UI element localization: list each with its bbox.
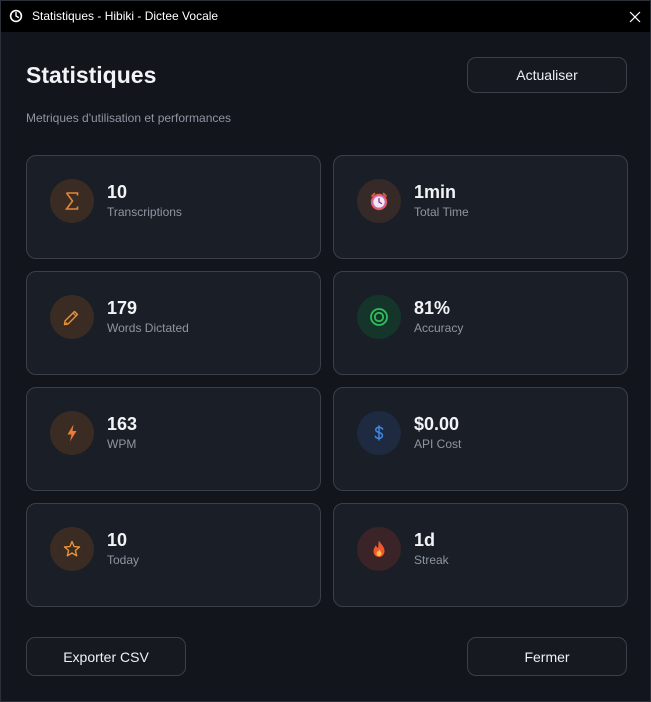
star-icon [50, 527, 94, 571]
stat-label: Accuracy [414, 321, 464, 335]
statistics-window: Statistiques - Hibiki - Dictee Vocale St… [0, 0, 651, 702]
app-clock-icon [9, 9, 23, 23]
stat-card-api-cost: $0.00 API Cost [333, 387, 628, 491]
target-icon [357, 295, 401, 339]
export-csv-button[interactable]: Exporter CSV [26, 637, 186, 676]
stat-label: Words Dictated [107, 321, 189, 335]
window-title: Statistiques - Hibiki - Dictee Vocale [32, 9, 219, 23]
stat-value: 1min [414, 182, 457, 202]
lightning-icon [50, 411, 94, 455]
stat-value: 179 [107, 298, 138, 318]
pencil-icon [50, 295, 94, 339]
stat-card-words-dictated: 179 Words Dictated [26, 271, 321, 375]
stat-label: Transcriptions [107, 205, 182, 219]
stat-card-total-time: 1min Total Time [333, 155, 628, 259]
stat-label: Today [107, 553, 140, 567]
stat-label: Total Time [414, 205, 469, 219]
stat-label: API Cost [414, 437, 462, 451]
stat-value: 10 [107, 530, 128, 550]
stat-value: 1d [414, 530, 436, 550]
refresh-button[interactable]: Actualiser [467, 57, 627, 93]
title-bar: Statistiques - Hibiki - Dictee Vocale [1, 1, 650, 32]
stat-value: 163 [107, 414, 138, 434]
window-close-button[interactable] [620, 1, 650, 32]
page-subtitle: Metriques d'utilisation et performances [26, 111, 232, 125]
alarm-clock-icon [357, 179, 401, 223]
stats-content: Statistiques Actualiser Metriques d'util… [1, 32, 650, 701]
stat-value: $0.00 [414, 414, 460, 434]
stat-card-transcriptions: 10 Transcriptions [26, 155, 321, 259]
close-icon [629, 11, 641, 22]
flame-icon [357, 527, 401, 571]
stat-label: Streak [414, 553, 449, 567]
dollar-icon [357, 411, 401, 455]
page-title: Statistiques [26, 62, 157, 88]
close-button[interactable]: Fermer [467, 637, 627, 676]
stat-card-streak: 1d Streak [333, 503, 628, 607]
stat-card-wpm: 163 WPM [26, 387, 321, 491]
stat-value: 10 [107, 182, 128, 202]
stat-label: WPM [107, 437, 137, 451]
sigma-icon [50, 179, 94, 223]
stat-card-today: 10 Today [26, 503, 321, 607]
stat-value: 81% [414, 298, 451, 318]
stat-card-accuracy: 81% Accuracy [333, 271, 628, 375]
